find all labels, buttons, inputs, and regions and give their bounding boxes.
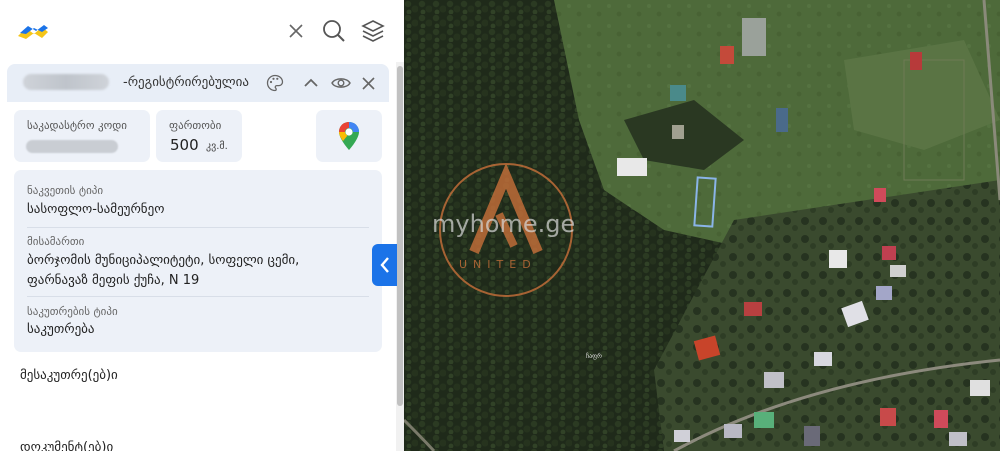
ownership-type-value: საკუთრება: [27, 322, 95, 337]
redacted-owner-name: [23, 74, 109, 90]
ownership-type-label: საკუთრების ტიპი: [27, 305, 118, 318]
layers-button[interactable]: [360, 18, 386, 44]
area-value: 500: [170, 136, 199, 154]
road-label: ჩაფრ: [586, 353, 602, 360]
land-type-value: სასოფლო-სამეურნეო: [27, 202, 165, 217]
area-box: ფართობი 500 კვ.მ.: [156, 110, 242, 162]
watermark-subtext: UNITED: [459, 258, 537, 271]
chevron-up-icon: [304, 78, 318, 87]
close-icon: [361, 76, 375, 90]
address-line1: ბორჯომის მუნიციპალიტეტი, სოფელი ცემი,: [27, 253, 300, 268]
georgia-logo-icon[interactable]: [16, 22, 50, 42]
collapse-card-button[interactable]: [301, 73, 321, 93]
google-maps-pin-icon: [339, 122, 359, 150]
parcel-card-header: -რეგისტრირებულია: [7, 64, 389, 102]
palette-button[interactable]: [265, 73, 285, 93]
area-label: ფართობი: [169, 119, 222, 132]
land-type-label: ნაკვეთის ტიპი: [27, 184, 104, 197]
eye-icon: [331, 78, 351, 88]
close-icon: [289, 24, 303, 38]
palette-icon: [266, 74, 284, 92]
clear-search-button[interactable]: [283, 18, 309, 44]
scrollbar-thumb[interactable]: [397, 66, 403, 406]
top-bar: [0, 0, 404, 62]
close-card-button[interactable]: [358, 73, 378, 93]
satellite-map[interactable]: myhome.ge UNITED ჩაფრ: [404, 0, 1000, 451]
layers-icon: [361, 20, 385, 42]
owners-section-title[interactable]: მესაკუთრე(ებ)ი: [20, 368, 118, 383]
visibility-toggle[interactable]: [331, 73, 351, 93]
parcel-card-body: საკადასტრო კოდი ფართობი 500 კვ.მ. ნაკვეთ…: [7, 102, 389, 451]
satellite-imagery[interactable]: myhome.ge UNITED ჩაფრ: [404, 0, 1000, 451]
watermark-text: myhome.ge: [432, 210, 575, 238]
parcel-details: ნაკვეთის ტიპი სასოფლო-სამეურნეო მისამართ…: [14, 170, 382, 352]
address-line2: ფარნავაზ მეფის ქუჩა, N 19: [27, 273, 200, 288]
registration-status: -რეგისტრირებულია: [123, 75, 249, 90]
address-label: მისამართი: [27, 235, 85, 248]
google-maps-button[interactable]: [316, 110, 382, 162]
search-button[interactable]: [321, 18, 347, 44]
panel-toggle-button[interactable]: [372, 244, 397, 286]
panel-scrollbar[interactable]: [396, 62, 404, 451]
app-root: -რეგისტრირებულია საკადასტრო კოდი ფართობი…: [0, 0, 1000, 451]
divider: [27, 296, 369, 297]
chevron-left-icon: [379, 257, 389, 273]
area-unit: კვ.მ.: [206, 141, 228, 152]
documents-section-title[interactable]: დოკუმენტ(ებ)ი: [20, 440, 113, 451]
divider: [27, 227, 369, 228]
cadastral-code-label: საკადასტრო კოდი: [27, 119, 127, 132]
cadastral-code-box: საკადასტრო კოდი: [14, 110, 150, 162]
info-panel: -რეგისტრირებულია საკადასტრო კოდი ფართობი…: [0, 0, 404, 451]
redacted-cadastral-code: [26, 140, 118, 153]
search-icon: [323, 20, 345, 42]
